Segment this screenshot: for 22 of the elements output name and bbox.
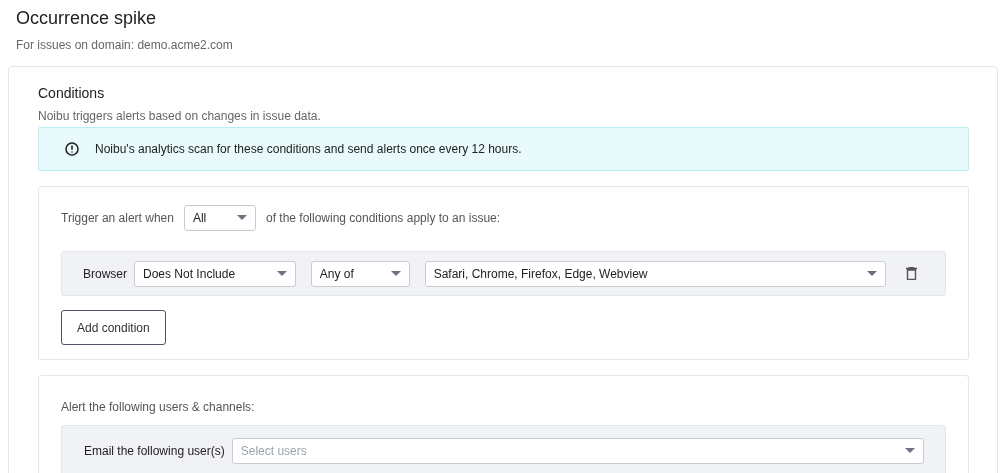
condition-label: Browser <box>83 265 127 283</box>
section-heading: Conditions <box>38 84 106 103</box>
info-text: Noibu's analytics scan for these conditions and send alerts once every 12 hours. <box>95 141 522 158</box>
section-description: Noibu triggers alerts based on changes in issue data. <box>38 108 322 125</box>
email-label: Email the following user(s) <box>84 443 225 460</box>
quantifier-select[interactable]: Any of <box>310 260 410 287</box>
alerts-heading: Alert the following users & channels: <box>61 399 256 416</box>
operator-select[interactable]: Does Not Include <box>134 260 296 287</box>
caret-icon <box>276 270 287 277</box>
caret-icon <box>390 270 401 277</box>
caret-icon <box>905 448 915 454</box>
page-subtitle: For issues on domain: demo.acme2.com <box>16 37 234 54</box>
alert-icon <box>65 142 79 156</box>
trigger-label: Trigger an alert when <box>61 210 174 227</box>
match-select[interactable]: All <box>183 205 256 231</box>
values-select[interactable]: Safari, Chrome, Firefox, Edge, Webview <box>424 260 887 287</box>
trigger-suffix: of the following conditions apply to an issue: <box>265 210 501 227</box>
trash-icon[interactable] <box>906 267 917 280</box>
caret-icon <box>867 270 878 277</box>
page-title: Occurrence spike <box>16 7 158 30</box>
caret-icon <box>236 215 247 221</box>
add-condition-button[interactable]: Add condition <box>61 310 166 345</box>
